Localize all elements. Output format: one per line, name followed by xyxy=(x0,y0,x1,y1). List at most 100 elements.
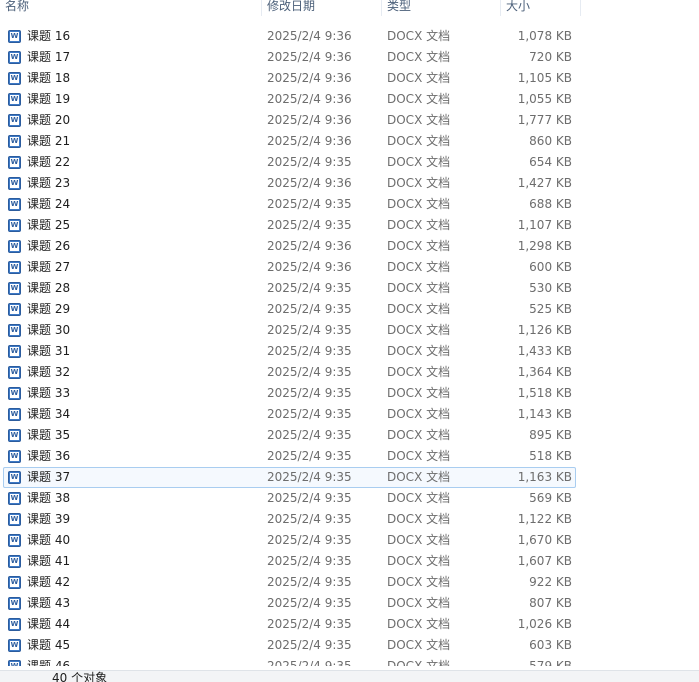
file-row[interactable]: 课题 27 2025/2/4 9:36 DOCX 文档 600 KB xyxy=(3,257,576,278)
file-date-modified: 2025/2/4 9:35 xyxy=(267,323,352,337)
file-size: 1,078 KB xyxy=(517,29,572,43)
word-document-icon xyxy=(8,513,21,526)
file-name: 课题 19 xyxy=(27,92,71,106)
file-size: 530 KB xyxy=(529,281,572,295)
column-header-size[interactable]: 大小 xyxy=(501,0,581,16)
file-size: 922 KB xyxy=(529,575,572,589)
file-type: DOCX 文档 xyxy=(387,155,451,169)
file-size: 1,143 KB xyxy=(517,407,572,421)
file-size: 518 KB xyxy=(529,449,572,463)
file-row[interactable]: 课题 30 2025/2/4 9:35 DOCX 文档 1,126 KB xyxy=(3,320,576,341)
file-type: DOCX 文档 xyxy=(387,176,451,190)
file-row[interactable]: 课题 46 2025/2/4 9:35 DOCX 文档 579 KB xyxy=(3,656,576,666)
word-document-icon xyxy=(8,618,21,631)
file-date-modified: 2025/2/4 9:36 xyxy=(267,176,352,190)
file-row[interactable]: 课题 19 2025/2/4 9:36 DOCX 文档 1,055 KB xyxy=(3,89,576,110)
file-size: 1,518 KB xyxy=(517,386,572,400)
file-name: 课题 45 xyxy=(27,638,71,652)
file-size: 1,433 KB xyxy=(517,344,572,358)
file-size: 579 KB xyxy=(529,659,572,666)
file-row[interactable]: 课题 28 2025/2/4 9:35 DOCX 文档 530 KB xyxy=(3,278,576,299)
file-date-modified: 2025/2/4 9:35 xyxy=(267,365,352,379)
file-name: 课题 31 xyxy=(27,344,71,358)
file-date-modified: 2025/2/4 9:35 xyxy=(267,344,352,358)
file-name: 课题 23 xyxy=(27,176,71,190)
column-header-date-modified[interactable]: 修改日期 xyxy=(262,0,382,16)
file-row[interactable]: 课题 39 2025/2/4 9:35 DOCX 文档 1,122 KB xyxy=(3,509,576,530)
file-date-modified: 2025/2/4 9:36 xyxy=(267,92,352,106)
file-date-modified: 2025/2/4 9:35 xyxy=(267,449,352,463)
file-row[interactable]: 课题 41 2025/2/4 9:35 DOCX 文档 1,607 KB xyxy=(3,551,576,572)
word-document-icon xyxy=(8,240,21,253)
word-document-icon xyxy=(8,114,21,127)
file-row[interactable]: 课题 16 2025/2/4 9:36 DOCX 文档 1,078 KB xyxy=(3,26,576,47)
file-row[interactable]: 课题 37 2025/2/4 9:35 DOCX 文档 1,163 KB xyxy=(3,467,576,488)
file-row[interactable]: 课题 29 2025/2/4 9:35 DOCX 文档 525 KB xyxy=(3,299,576,320)
word-document-icon xyxy=(8,93,21,106)
file-type: DOCX 文档 xyxy=(387,134,451,148)
word-document-icon xyxy=(8,156,21,169)
column-header-name[interactable]: 名称 xyxy=(0,0,262,16)
file-row[interactable]: 课题 18 2025/2/4 9:36 DOCX 文档 1,105 KB xyxy=(3,68,576,89)
file-row[interactable]: 课题 21 2025/2/4 9:36 DOCX 文档 860 KB xyxy=(3,131,576,152)
word-document-icon xyxy=(8,408,21,421)
file-type: DOCX 文档 xyxy=(387,596,451,610)
file-type: DOCX 文档 xyxy=(387,491,451,505)
word-document-icon xyxy=(8,576,21,589)
file-type: DOCX 文档 xyxy=(387,71,451,85)
file-row[interactable]: 课题 24 2025/2/4 9:35 DOCX 文档 688 KB xyxy=(3,194,576,215)
file-size: 1,298 KB xyxy=(517,239,572,253)
file-size: 1,107 KB xyxy=(517,218,572,232)
file-row[interactable]: 课题 22 2025/2/4 9:35 DOCX 文档 654 KB xyxy=(3,152,576,173)
file-size: 1,777 KB xyxy=(517,113,572,127)
file-row[interactable]: 课题 40 2025/2/4 9:35 DOCX 文档 1,670 KB xyxy=(3,530,576,551)
word-document-icon xyxy=(8,534,21,547)
file-size: 569 KB xyxy=(529,491,572,505)
file-row[interactable]: 课题 33 2025/2/4 9:35 DOCX 文档 1,518 KB xyxy=(3,383,576,404)
word-document-icon xyxy=(8,135,21,148)
word-document-icon xyxy=(8,51,21,64)
word-document-icon xyxy=(8,555,21,568)
word-document-icon xyxy=(8,282,21,295)
file-name: 课题 42 xyxy=(27,575,71,589)
file-type: DOCX 文档 xyxy=(387,281,451,295)
file-row[interactable]: 课题 20 2025/2/4 9:36 DOCX 文档 1,777 KB xyxy=(3,110,576,131)
file-row[interactable]: 课题 23 2025/2/4 9:36 DOCX 文档 1,427 KB xyxy=(3,173,576,194)
file-type: DOCX 文档 xyxy=(387,323,451,337)
file-type: DOCX 文档 xyxy=(387,638,451,652)
file-type: DOCX 文档 xyxy=(387,50,451,64)
file-date-modified: 2025/2/4 9:35 xyxy=(267,470,352,484)
file-type: DOCX 文档 xyxy=(387,29,451,43)
column-header-type[interactable]: 类型 xyxy=(382,0,501,16)
file-row[interactable]: 课题 17 2025/2/4 9:36 DOCX 文档 720 KB xyxy=(3,47,576,68)
file-type: DOCX 文档 xyxy=(387,92,451,106)
file-type: DOCX 文档 xyxy=(387,260,451,274)
word-document-icon xyxy=(8,198,21,211)
file-type: DOCX 文档 xyxy=(387,197,451,211)
file-row[interactable]: 课题 26 2025/2/4 9:36 DOCX 文档 1,298 KB xyxy=(3,236,576,257)
file-size: 1,670 KB xyxy=(517,533,572,547)
file-row[interactable]: 课题 42 2025/2/4 9:35 DOCX 文档 922 KB xyxy=(3,572,576,593)
file-type: DOCX 文档 xyxy=(387,617,451,631)
file-row[interactable]: 课题 34 2025/2/4 9:35 DOCX 文档 1,143 KB xyxy=(3,404,576,425)
file-date-modified: 2025/2/4 9:35 xyxy=(267,638,352,652)
file-row[interactable]: 课题 35 2025/2/4 9:35 DOCX 文档 895 KB xyxy=(3,425,576,446)
file-row[interactable]: 课题 45 2025/2/4 9:35 DOCX 文档 603 KB xyxy=(3,635,576,656)
word-document-icon xyxy=(8,72,21,85)
file-row[interactable]: 课题 38 2025/2/4 9:35 DOCX 文档 569 KB xyxy=(3,488,576,509)
file-date-modified: 2025/2/4 9:35 xyxy=(267,575,352,589)
file-row[interactable]: 课题 31 2025/2/4 9:35 DOCX 文档 1,433 KB xyxy=(3,341,576,362)
word-document-icon xyxy=(8,639,21,652)
file-size: 603 KB xyxy=(529,638,572,652)
file-name: 课题 21 xyxy=(27,134,71,148)
file-row[interactable]: 课题 32 2025/2/4 9:35 DOCX 文档 1,364 KB xyxy=(3,362,576,383)
file-type: DOCX 文档 xyxy=(387,512,451,526)
file-row[interactable]: 课题 36 2025/2/4 9:35 DOCX 文档 518 KB xyxy=(3,446,576,467)
file-size: 807 KB xyxy=(529,596,572,610)
file-date-modified: 2025/2/4 9:36 xyxy=(267,50,352,64)
file-name: 课题 37 xyxy=(27,470,71,484)
file-row[interactable]: 课题 43 2025/2/4 9:35 DOCX 文档 807 KB xyxy=(3,593,576,614)
file-row[interactable]: 课题 25 2025/2/4 9:35 DOCX 文档 1,107 KB xyxy=(3,215,576,236)
file-date-modified: 2025/2/4 9:35 xyxy=(267,281,352,295)
file-row[interactable]: 课题 44 2025/2/4 9:35 DOCX 文档 1,026 KB xyxy=(3,614,576,635)
